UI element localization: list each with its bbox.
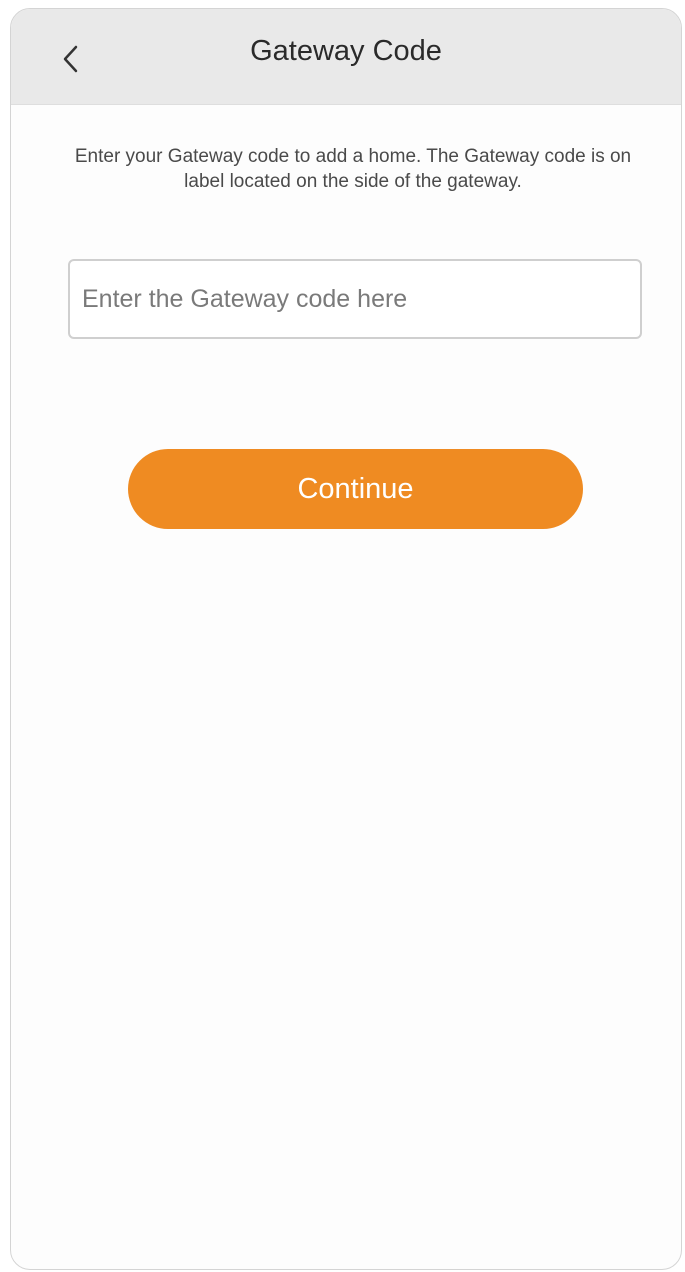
continue-button[interactable]: Continue — [128, 449, 583, 529]
gateway-code-input[interactable] — [68, 259, 642, 339]
page-title: Gateway Code — [250, 35, 442, 67]
instructions-text: Enter your Gateway code to add a home. T… — [74, 146, 632, 192]
app-screen: Gateway Code Enter your Gateway code to … — [10, 8, 682, 1270]
nav-header: Gateway Code — [11, 9, 681, 105]
